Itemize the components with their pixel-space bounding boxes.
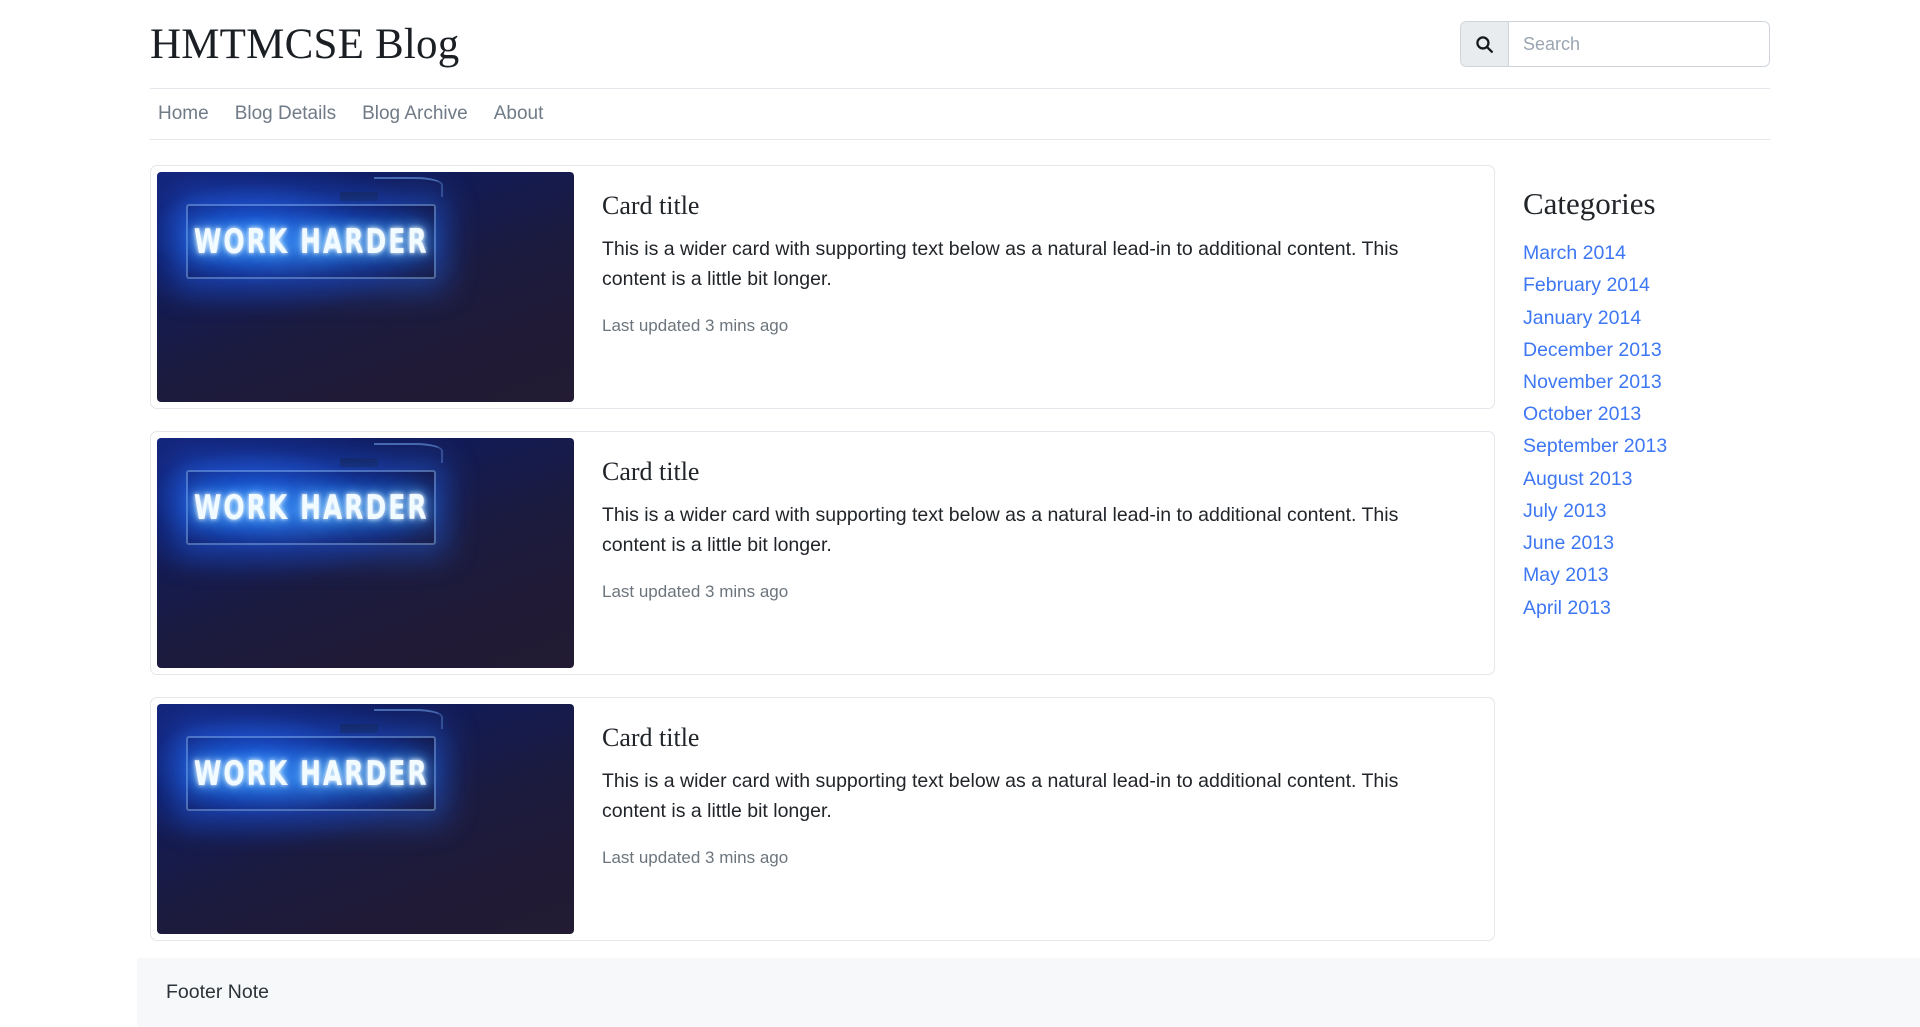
category-link-january-2014[interactable]: January 2014 — [1523, 302, 1641, 334]
post-text: This is a wider card with supporting tex… — [602, 770, 1399, 822]
post-title: Card title — [602, 723, 700, 752]
list-item: November 2013 — [1523, 366, 1768, 398]
nav-item-blog-details[interactable]: Blog Details — [235, 103, 336, 125]
footer-note: Footer Note — [166, 981, 269, 1003]
nav-item-blog-archive[interactable]: Blog Archive — [362, 103, 468, 125]
neon-cable-icon — [373, 176, 443, 197]
category-list: March 2014 February 2014 January 2014 De… — [1523, 237, 1768, 624]
category-link-october-2013[interactable]: October 2013 — [1523, 398, 1641, 430]
post-body: Card title This is a wider card with sup… — [574, 172, 1488, 402]
post-thumbnail: WORK HARDER — [157, 172, 574, 402]
search-icon[interactable] — [1460, 21, 1508, 67]
footer-inner: Footer Note — [166, 958, 269, 1027]
sidebar-title: Categories — [1523, 186, 1656, 221]
category-link-december-2013[interactable]: December 2013 — [1523, 334, 1662, 366]
search-group — [1460, 21, 1770, 67]
list-item: August 2013 — [1523, 463, 1768, 495]
post-card[interactable]: WORK HARDER Card title This is a wider c… — [150, 431, 1495, 675]
post-body: Card title This is a wider card with sup… — [574, 438, 1488, 668]
post-card[interactable]: WORK HARDER Card title This is a wider c… — [150, 165, 1495, 409]
main-navigation: Home Blog Details Blog Archive About — [150, 88, 1770, 140]
search-input[interactable] — [1508, 21, 1770, 67]
neon-transformer-icon — [340, 457, 378, 467]
post-meta: Last updated 3 mins ago — [602, 848, 789, 868]
category-link-september-2013[interactable]: September 2013 — [1523, 430, 1667, 462]
post-thumbnail: WORK HARDER — [157, 438, 574, 668]
list-item: May 2013 — [1523, 559, 1768, 591]
post-card[interactable]: WORK HARDER Card title This is a wider c… — [150, 697, 1495, 941]
list-item: February 2014 — [1523, 269, 1768, 301]
site-brand[interactable]: HMTMCSE Blog — [150, 23, 459, 66]
page-container: HMTMCSE Blog Home Blog Details Blog Arch… — [150, 0, 1770, 963]
post-text: This is a wider card with supporting tex… — [602, 504, 1399, 556]
list-item: June 2013 — [1523, 527, 1768, 559]
post-meta: Last updated 3 mins ago — [602, 582, 789, 602]
neon-sign-label: WORK HARDER — [193, 754, 429, 794]
page-root: HMTMCSE Blog Home Blog Details Blog Arch… — [0, 0, 1920, 1027]
page-footer: Footer Note — [137, 958, 1920, 1027]
neon-sign: WORK HARDER — [186, 204, 437, 280]
neon-sign-label: WORK HARDER — [193, 488, 429, 528]
post-text: This is a wider card with supporting tex… — [602, 238, 1399, 290]
post-meta: Last updated 3 mins ago — [602, 316, 789, 336]
sidebar: Categories March 2014 February 2014 Janu… — [1523, 165, 1768, 624]
nav-item-home[interactable]: Home — [158, 103, 209, 125]
category-link-april-2013[interactable]: April 2013 — [1523, 592, 1611, 624]
neon-transformer-icon — [340, 723, 378, 733]
post-title: Card title — [602, 191, 700, 220]
list-item: October 2013 — [1523, 398, 1768, 430]
neon-cable-icon — [373, 708, 443, 729]
neon-sign-label: WORK HARDER — [193, 222, 429, 262]
neon-sign: WORK HARDER — [186, 470, 437, 546]
neon-sign: WORK HARDER — [186, 736, 437, 812]
list-item: July 2013 — [1523, 495, 1768, 527]
neon-transformer-icon — [340, 191, 378, 201]
list-item: December 2013 — [1523, 334, 1768, 366]
post-list: WORK HARDER Card title This is a wider c… — [150, 165, 1495, 963]
neon-cable-icon — [373, 442, 443, 463]
main-content: WORK HARDER Card title This is a wider c… — [150, 140, 1770, 963]
list-item: January 2014 — [1523, 302, 1768, 334]
nav-item-about[interactable]: About — [494, 103, 544, 125]
category-link-may-2013[interactable]: May 2013 — [1523, 559, 1609, 591]
list-item: March 2014 — [1523, 237, 1768, 269]
post-title: Card title — [602, 457, 700, 486]
category-link-july-2013[interactable]: July 2013 — [1523, 495, 1606, 527]
category-link-june-2013[interactable]: June 2013 — [1523, 527, 1614, 559]
category-link-august-2013[interactable]: August 2013 — [1523, 463, 1633, 495]
category-link-november-2013[interactable]: November 2013 — [1523, 366, 1662, 398]
category-link-february-2014[interactable]: February 2014 — [1523, 269, 1650, 301]
post-thumbnail: WORK HARDER — [157, 704, 574, 934]
post-body: Card title This is a wider card with sup… — [574, 704, 1488, 934]
category-link-march-2014[interactable]: March 2014 — [1523, 237, 1626, 269]
list-item: September 2013 — [1523, 430, 1768, 462]
masthead: HMTMCSE Blog — [150, 0, 1770, 88]
list-item: April 2013 — [1523, 592, 1768, 624]
